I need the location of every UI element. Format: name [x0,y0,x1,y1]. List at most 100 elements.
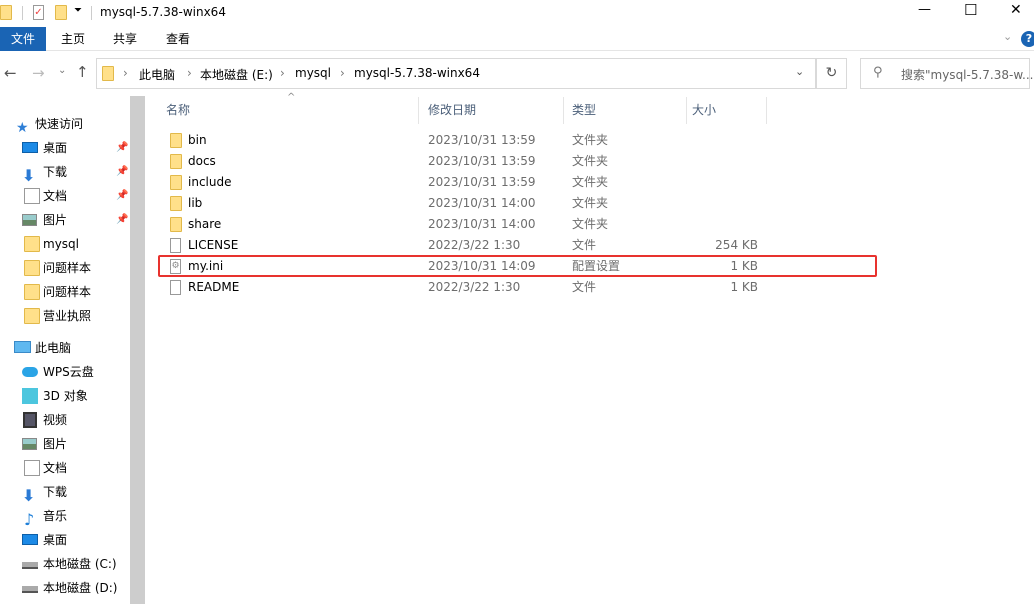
file-row[interactable]: README 2022/3/22 1:30 文件 1 KB [160,277,860,298]
drive-icon [22,586,38,593]
breadcrumb-drive-e[interactable]: 本地磁盘 (E:) [200,66,273,83]
address-dropdown-icon[interactable]: ⌄ [795,65,804,78]
column-divider[interactable] [418,97,419,124]
sidebar-label: 问题样本 [43,261,92,275]
column-header-name[interactable]: 名称 [166,97,190,124]
sidebar-item-music[interactable]: ♪ 音乐 [0,504,130,529]
sidebar-item-recent[interactable]: 问题样本 [0,280,130,304]
download-icon: ⬇ [22,486,36,505]
forward-button[interactable]: → [32,64,45,82]
sidebar-item-documents[interactable]: 文档 📌 [0,184,130,208]
file-icon [170,238,181,253]
folder-icon [24,260,40,276]
tab-home[interactable]: 主页 [58,27,88,51]
sidebar-label: 3D 对象 [43,389,88,403]
back-button[interactable]: ← [4,64,17,82]
refresh-button[interactable]: ↻ [816,58,847,89]
file-row[interactable]: share 2023/10/31 14:00 文件夹 [160,214,860,235]
file-row[interactable]: lib 2023/10/31 14:00 文件夹 [160,193,860,214]
sidebar-quick-access[interactable]: ★ 快速访问 [0,112,130,136]
sidebar-item-drive-c[interactable]: 本地磁盘 (C:) [0,552,130,576]
search-placeholder: 搜索"mysql-5.7.38-w... [901,68,1034,82]
sidebar-item-downloads[interactable]: ⬇ 下载 [0,480,130,505]
download-icon: ⬇ [22,166,36,185]
folder-icon [170,133,182,148]
column-header-type[interactable]: 类型 [572,97,596,124]
divider [22,6,23,20]
breadcrumb-mysql[interactable]: mysql [295,66,331,80]
address-bar[interactable]: › 此电脑 › 本地磁盘 (E:) › mysql › mysql-5.7.38… [96,58,816,89]
sidebar-item-drive-d[interactable]: 本地磁盘 (D:) [0,576,130,600]
tab-share[interactable]: 共享 [110,27,140,51]
folder-icon [102,66,114,81]
sidebar-label: 图片 [43,437,68,451]
navigation-bar: ← → ⌄ ↑ › 此电脑 › 本地磁盘 (E:) › mysql › mysq… [0,58,1034,91]
customize-toolbar-icon[interactable]: ⏷ [74,5,82,16]
file-row[interactable]: bin 2023/10/31 13:59 文件夹 [160,130,860,151]
file-row[interactable]: LICENSE 2022/3/22 1:30 文件 254 KB [160,235,860,256]
sidebar-label: 营业执照 [43,309,92,323]
tab-view[interactable]: 查看 [163,27,193,51]
column-header-size[interactable]: 大小 [692,97,716,124]
3d-icon [22,388,38,404]
file-type: 文件 [572,280,597,294]
sidebar-item-pictures[interactable]: 图片 📌 [0,208,130,232]
help-icon[interactable]: ? [1021,31,1034,47]
sidebar-item-wps[interactable]: WPS云盘 [0,360,130,384]
file-size: 1 KB [730,280,758,294]
sidebar-label: 下载 [43,165,68,179]
recent-locations-icon[interactable]: ⌄ [58,65,66,76]
file-name: README [188,280,240,294]
search-input[interactable]: ⚲ 搜索"mysql-5.7.38-w... [860,58,1034,89]
sidebar-item-recent[interactable]: mysql [0,232,130,256]
up-button[interactable]: ↑ [76,63,89,81]
sidebar-item-downloads[interactable]: ⬇ 下载 📌 [0,160,130,185]
pin-icon[interactable]: 📌 [116,208,128,232]
sidebar-this-pc[interactable]: 此电脑 [0,336,130,360]
file-date: 2023/10/31 14:00 [428,196,536,210]
pin-icon[interactable]: 📌 [116,160,128,184]
sidebar-item-3d[interactable]: 3D 对象 [0,384,130,408]
sidebar-item-recent[interactable]: 问题样本 [0,256,130,280]
column-divider[interactable] [686,97,687,124]
sidebar-item-pictures[interactable]: 图片 [0,432,130,456]
folder-icon [170,196,182,211]
picture-icon [22,214,37,226]
file-row[interactable]: include 2023/10/31 13:59 文件夹 [160,172,860,193]
column-header-date[interactable]: 修改日期 [428,97,476,124]
file-date: 2023/10/31 13:59 [428,154,536,168]
sidebar-item-video[interactable]: 视频 [0,408,130,432]
pin-icon[interactable]: 📌 [116,136,128,160]
close-button[interactable]: ✕ [1010,2,1022,18]
minimize-button[interactable]: — [918,2,931,17]
sidebar-item-documents[interactable]: 文档 [0,456,130,480]
sidebar-item-desktop[interactable]: 桌面 📌 [0,136,130,160]
file-name: lib [188,196,203,210]
sidebar-label: 图片 [43,213,68,227]
drive-icon [22,562,38,569]
document-icon [24,188,40,204]
new-folder-icon[interactable] [55,5,67,20]
sort-ascending-icon: ^ [287,92,296,103]
sidebar-label: 快速访问 [35,117,84,131]
properties-icon[interactable]: ✓ [33,5,44,20]
column-divider[interactable] [766,97,767,124]
expand-ribbon-icon[interactable]: ⌄ [1003,30,1012,43]
file-type: 文件 [572,238,597,252]
file-type: 文件夹 [572,154,609,168]
breadcrumb-current[interactable]: mysql-5.7.38-winx64 [354,66,480,80]
document-icon [24,460,40,476]
file-date: 2023/10/31 14:00 [428,217,536,231]
sidebar-label: 桌面 [43,141,68,155]
pin-icon[interactable]: 📌 [116,184,128,208]
maximize-button[interactable]: ☐ [964,1,977,19]
tab-file[interactable]: 文件 [0,27,46,51]
file-name: bin [188,133,207,147]
file-row[interactable]: docs 2023/10/31 13:59 文件夹 [160,151,860,172]
sidebar-item-desktop[interactable]: 桌面 [0,528,130,552]
column-divider[interactable] [563,97,564,124]
sidebar-scrollbar[interactable] [130,96,145,604]
breadcrumb-this-pc[interactable]: 此电脑 [139,66,175,83]
sidebar-item-recent[interactable]: 营业执照 [0,304,130,328]
folder-icon [170,217,182,232]
